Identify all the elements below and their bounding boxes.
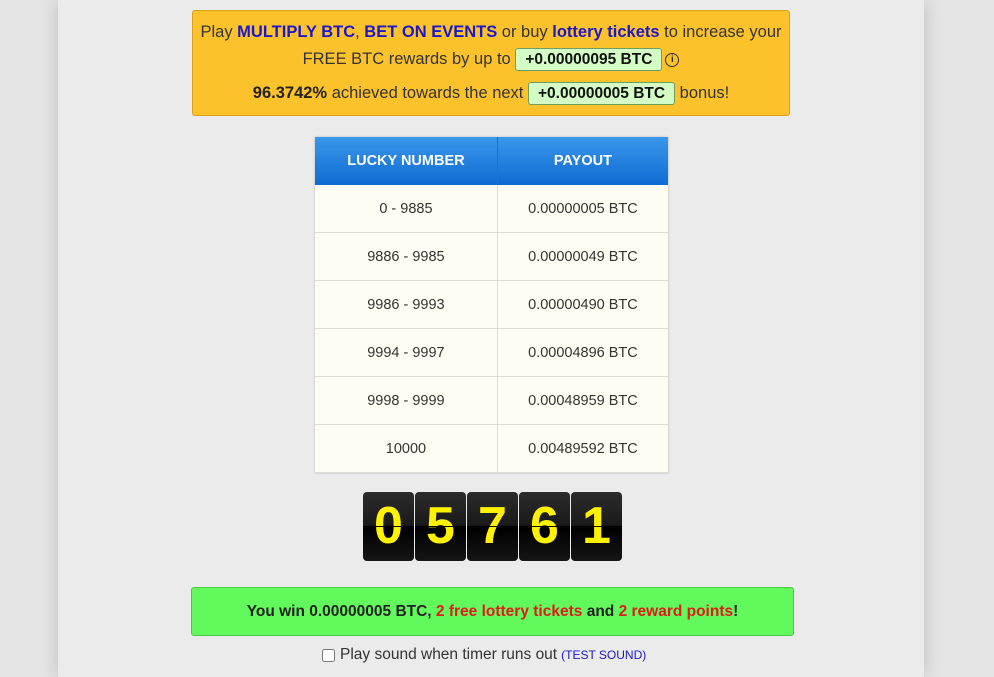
lucky-number-cell: 9994 - 9997 [315,328,498,377]
lucky-number-header: LUCKY NUMBER [315,137,498,185]
lucky-number-cell: 10000 [315,424,498,473]
lucky-digit: 1 [571,492,622,561]
table-header-row: LUCKY NUMBER PAYOUT [315,137,668,185]
table-row: 10000 0.00489592 BTC [315,424,668,473]
promo-line-2: FREE BTC rewards by up to +0.00000095 BT… [193,48,789,71]
multiply-btc-link[interactable]: MULTIPLY BTC [237,23,355,41]
bonus-progress-percent: 96.3742% [252,84,328,102]
sound-option: Play sound when timer runs out (TEST SOU… [320,646,646,664]
promo-text: FREE BTC rewards by up to [302,50,516,68]
payout-cell: 0.00000490 BTC [497,280,668,329]
table-row: 9886 - 9985 0.00000049 BTC [315,232,668,281]
lucky-digit: 5 [415,492,466,561]
payout-cell: 0.00000005 BTC [497,185,668,233]
lucky-number-cell: 9886 - 9985 [315,232,498,281]
payout-cell: 0.00048959 BTC [497,376,668,425]
win-text: You win 0.00000005 BTC, [246,603,436,620]
promo-banner: Play MULTIPLY BTC, BET ON EVENTS or buy … [192,10,790,116]
lottery-tickets-link[interactable]: lottery tickets [552,23,659,41]
table-row: 9994 - 9997 0.00004896 BTC [315,328,668,377]
play-sound-label: Play sound when timer runs out [340,646,558,663]
paren-close: ) [642,648,647,662]
info-icon[interactable]: i [665,52,680,67]
promo-text: , [355,23,365,41]
promo-text: Play [200,23,238,41]
table-row: 9986 - 9993 0.00000490 BTC [315,280,668,329]
win-message: You win 0.00000005 BTC, 2 free lottery t… [191,587,794,636]
reward-increase-pill: +0.00000095 BTC [515,48,663,71]
promo-text: to increase your [659,23,782,41]
payout-table: LUCKY NUMBER PAYOUT 0 - 9885 0.00000005 B… [315,137,668,473]
promo-line-3: 96.3742% achieved towards the next +0.00… [193,82,789,105]
main-content: Play MULTIPLY BTC, BET ON EVENTS or buy … [58,0,924,677]
lucky-number-display: 0 5 7 6 1 [363,492,622,561]
promo-line-1: Play MULTIPLY BTC, BET ON EVENTS or buy … [193,23,789,42]
lucky-digit: 0 [363,492,414,561]
test-sound-paren: (TEST SOUND) [561,648,646,662]
win-text: and [582,603,619,620]
table-row: 0 - 9885 0.00000005 BTC [315,185,668,233]
lucky-digit: 7 [467,492,518,561]
win-lottery-tickets: 2 free lottery tickets [435,603,583,620]
payout-cell: 0.00000049 BTC [497,232,668,281]
table-row: 9998 - 9999 0.00048959 BTC [315,376,668,425]
promo-text: or buy [497,23,553,41]
win-reward-points: 2 reward points [618,603,734,620]
lucky-digit: 6 [519,492,570,561]
promo-text: bonus! [675,84,730,102]
next-bonus-pill: +0.00000005 BTC [527,82,676,105]
lucky-number-cell: 0 - 9885 [315,185,498,233]
bet-on-events-link[interactable]: BET ON EVENTS [364,23,497,41]
payout-cell: 0.00489592 BTC [497,424,668,473]
payout-header: PAYOUT [497,137,668,185]
payout-cell: 0.00004896 BTC [497,328,668,377]
lucky-number-cell: 9998 - 9999 [315,376,498,425]
win-text: ! [733,603,739,620]
lucky-number-cell: 9986 - 9993 [315,280,498,329]
play-sound-checkbox[interactable] [322,648,335,662]
promo-text: achieved towards the next [327,84,528,102]
test-sound-link[interactable]: TEST SOUND [565,648,642,662]
